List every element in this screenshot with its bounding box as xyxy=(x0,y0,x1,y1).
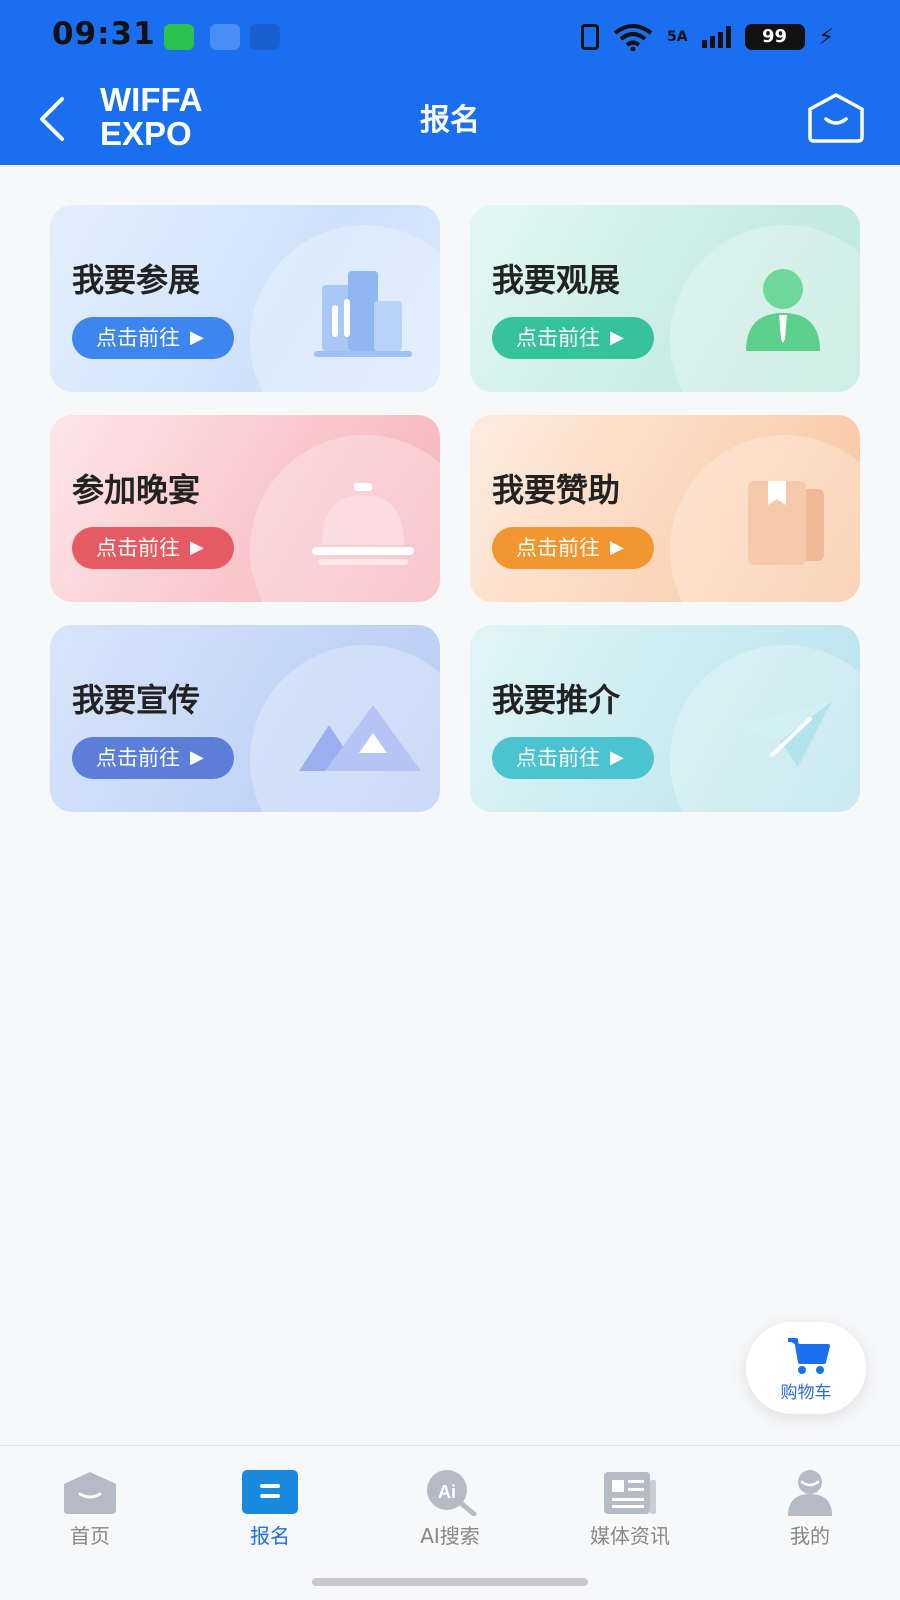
go-button-label: 点击前往 xyxy=(516,326,600,350)
card-recommend[interactable]: 我要推介 点击前往 ▶ xyxy=(470,625,860,812)
tab-label: AI搜索 xyxy=(420,1524,480,1548)
go-button-label: 点击前往 xyxy=(516,536,600,560)
battery-indicator: 99 xyxy=(744,24,805,50)
tab-media-news[interactable]: 媒体资讯 xyxy=(540,1458,720,1548)
dinner-cloche-icon xyxy=(312,483,414,565)
go-button-label: 点击前往 xyxy=(96,536,180,560)
network-badge: 5A xyxy=(666,29,688,45)
status-right-group: 5A 99 ⚡ xyxy=(580,20,834,54)
card-title: 我要参展 xyxy=(72,261,201,299)
tab-ai-search[interactable]: Ai AI搜索 xyxy=(360,1458,540,1548)
go-button-label: 点击前往 xyxy=(516,746,600,770)
card-title: 我要推介 xyxy=(492,681,621,719)
card-title: 我要观展 xyxy=(492,261,621,299)
bookmark-book-icon xyxy=(748,481,824,565)
chevron-right-icon: ▶ xyxy=(610,747,624,768)
bottom-tab-bar: 首页 报名 Ai AI搜索 媒体资讯 我的 xyxy=(0,1445,900,1600)
building-chart-icon xyxy=(314,271,412,357)
card-title: 我要赞助 xyxy=(492,471,621,509)
nav-bar: WIFFA EXPO 报名 xyxy=(0,75,900,165)
signal-icon xyxy=(701,26,731,48)
profile-icon xyxy=(788,1470,832,1516)
home-indicator[interactable] xyxy=(312,1578,588,1586)
svg-text:Ai: Ai xyxy=(438,1482,456,1502)
chevron-right-icon: ▶ xyxy=(190,747,204,768)
tab-home[interactable]: 首页 xyxy=(0,1458,180,1548)
usb-notification-icon xyxy=(210,24,240,50)
vibrate-icon xyxy=(580,24,599,50)
card-title: 我要宣传 xyxy=(72,681,201,719)
registration-card-grid: 我要参展 点击前往 ▶ 我要观展 点击前往 ▶ 参加晚宴 点击前往 ▶ 我要赞助… xyxy=(50,205,860,812)
tab-profile[interactable]: 我的 xyxy=(720,1458,900,1548)
page-title: 报名 xyxy=(420,103,480,138)
tab-label: 媒体资讯 xyxy=(590,1524,670,1548)
tab-label: 首页 xyxy=(70,1524,110,1548)
home-icon xyxy=(64,1472,116,1514)
card-visit[interactable]: 我要观展 点击前往 ▶ xyxy=(470,205,860,392)
go-button-label: 点击前往 xyxy=(96,746,180,770)
chevron-right-icon: ▶ xyxy=(190,327,204,348)
card-sponsor[interactable]: 我要赞助 点击前往 ▶ xyxy=(470,415,860,602)
register-icon xyxy=(242,1470,298,1514)
tab-register[interactable]: 报名 xyxy=(180,1458,360,1548)
go-button[interactable]: 点击前往 ▶ xyxy=(72,317,234,359)
charging-icon: ⚡ xyxy=(818,24,834,50)
home-shortcut-button[interactable] xyxy=(804,89,868,145)
status-bar: 09:31 5A 99 ⚡ xyxy=(0,0,900,75)
tab-label: 报名 xyxy=(250,1524,290,1548)
go-button[interactable]: 点击前往 ▶ xyxy=(492,527,654,569)
go-button[interactable]: 点击前往 ▶ xyxy=(492,737,654,779)
tab-label: 我的 xyxy=(790,1524,830,1548)
paper-plane-icon xyxy=(736,701,832,767)
cart-icon xyxy=(788,1338,830,1374)
status-time: 09:31 xyxy=(52,16,156,52)
card-exhibit[interactable]: 我要参展 点击前往 ▶ xyxy=(50,205,440,392)
card-dinner[interactable]: 参加晚宴 点击前往 ▶ xyxy=(50,415,440,602)
go-button[interactable]: 点击前往 ▶ xyxy=(72,527,234,569)
cart-label: 购物车 xyxy=(780,1383,832,1403)
bulb-notification-icon xyxy=(250,24,280,50)
wifi-icon xyxy=(613,24,653,51)
card-title: 参加晚宴 xyxy=(72,471,201,509)
wechat-notification-icon xyxy=(164,24,194,50)
chevron-right-icon: ▶ xyxy=(610,537,624,558)
mountains-icon xyxy=(299,705,420,771)
visitor-person-icon xyxy=(746,269,820,351)
news-icon xyxy=(604,1472,656,1514)
app-header: 09:31 5A 99 ⚡ WIFFA EXPO 报名 xyxy=(0,0,900,165)
chevron-right-icon: ▶ xyxy=(190,537,204,558)
chevron-right-icon: ▶ xyxy=(610,327,624,348)
shopping-cart-button[interactable]: 购物车 xyxy=(746,1322,866,1414)
ai-search-icon: Ai xyxy=(427,1470,477,1516)
card-promote[interactable]: 我要宣传 点击前往 ▶ xyxy=(50,625,440,812)
go-button-label: 点击前往 xyxy=(96,326,180,350)
go-button[interactable]: 点击前往 ▶ xyxy=(492,317,654,359)
go-button[interactable]: 点击前往 ▶ xyxy=(72,737,234,779)
